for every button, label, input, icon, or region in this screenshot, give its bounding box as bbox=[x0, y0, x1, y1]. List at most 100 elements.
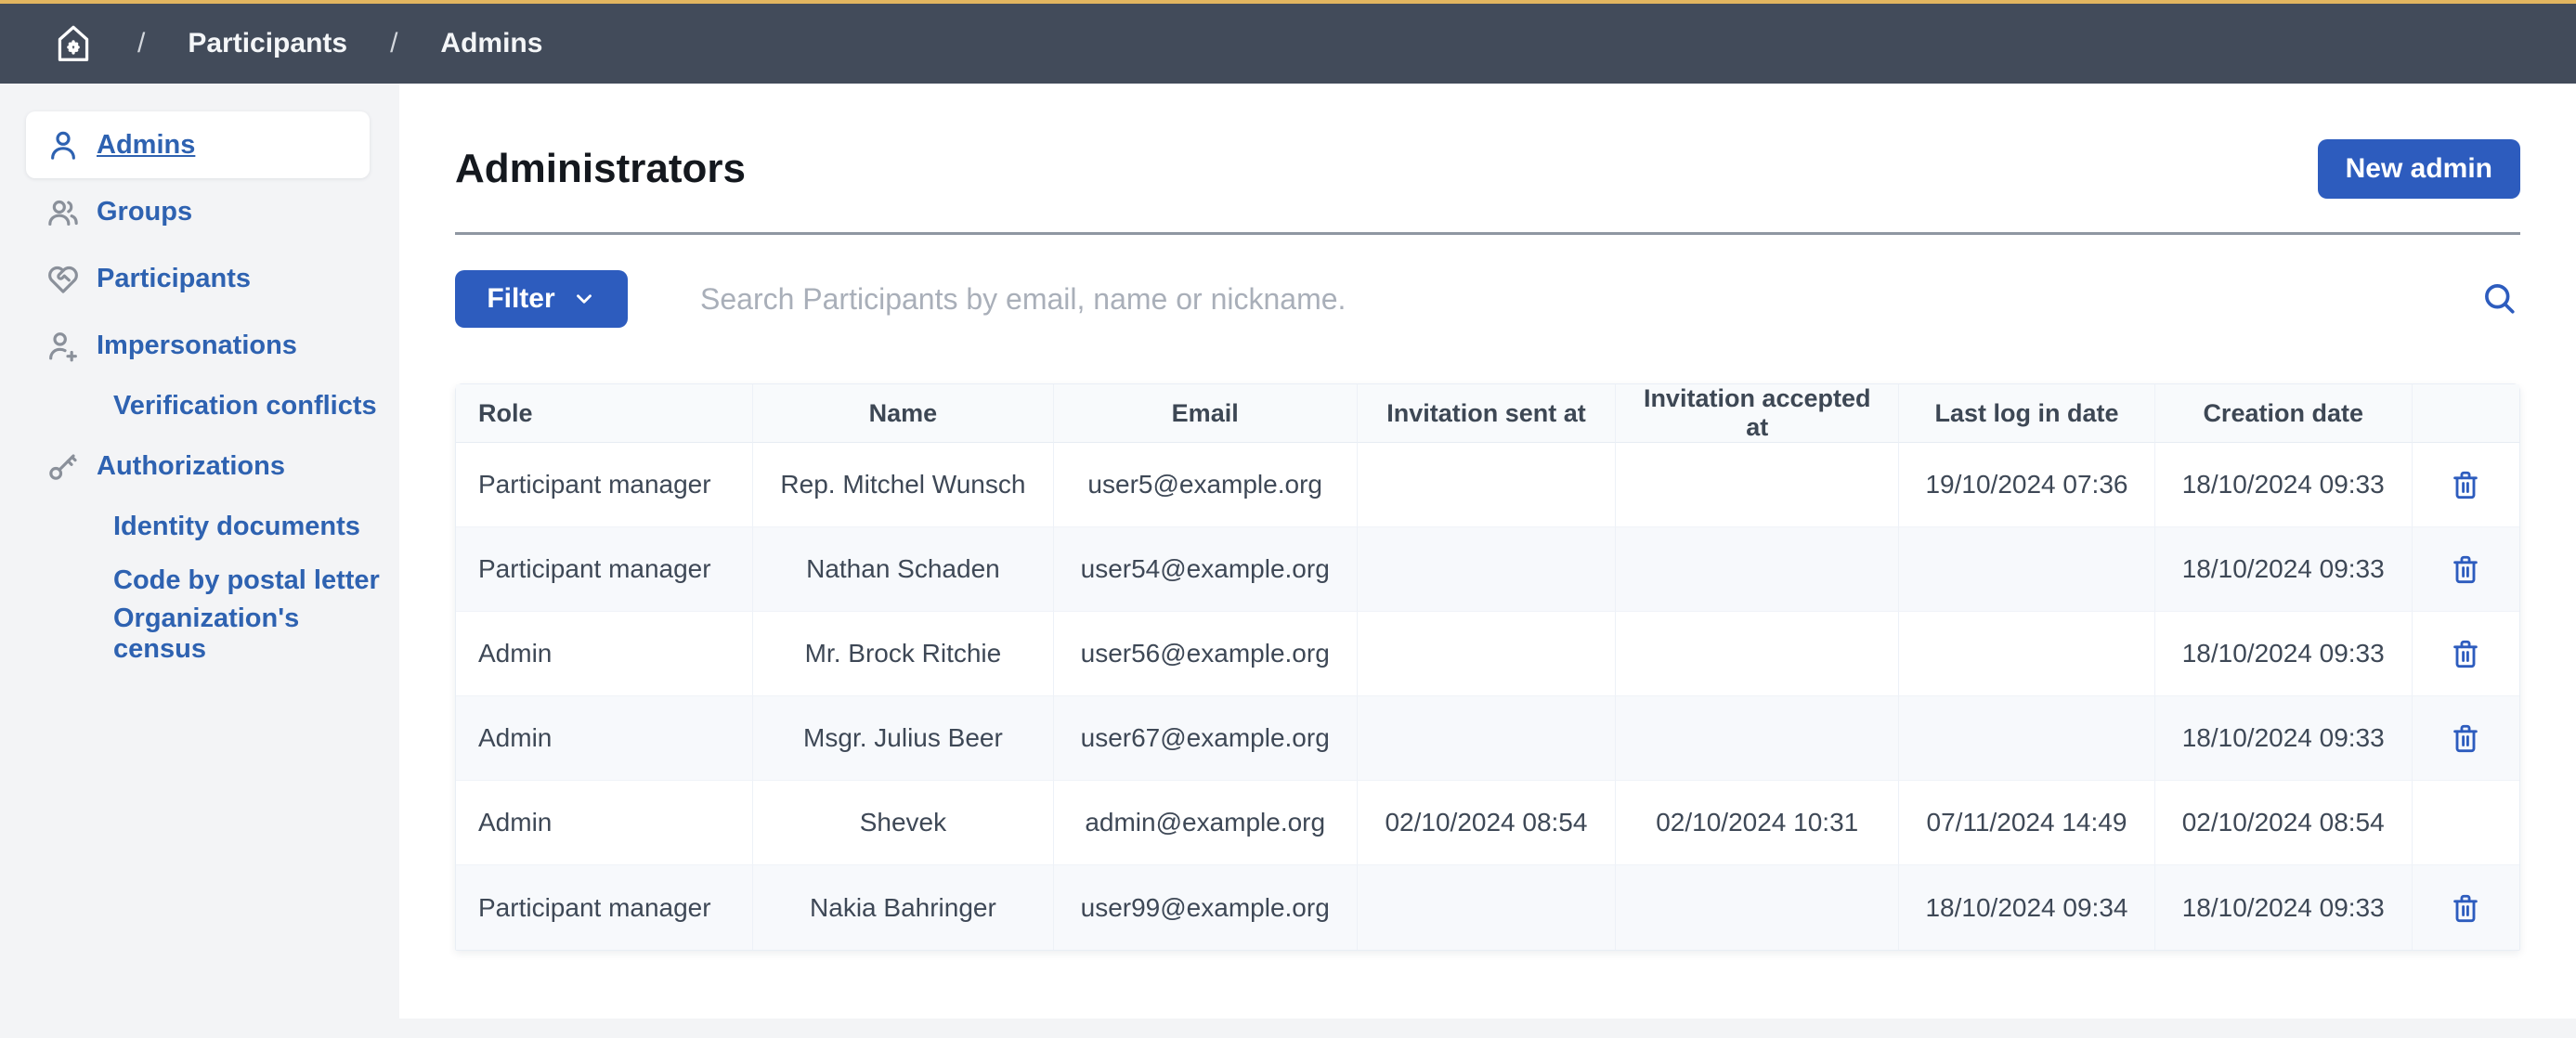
sidebar-item-label: Verification conflicts bbox=[113, 391, 377, 422]
sidebar-item-label: Impersonations bbox=[97, 331, 297, 361]
cell-last-log-in-date bbox=[1899, 527, 2154, 612]
cell-invitation-accepted-at bbox=[1616, 612, 1899, 696]
search-button[interactable] bbox=[2479, 279, 2520, 319]
page-body: Admins Groups Participants Impersonations Ve… bbox=[0, 84, 2576, 1038]
delete-admin-button[interactable] bbox=[2449, 551, 2482, 588]
sidebar-item-label: Code by postal letter bbox=[113, 565, 380, 596]
filter-button[interactable]: Filter bbox=[455, 270, 628, 328]
cell-creation-date: 02/10/2024 08:54 bbox=[2155, 781, 2413, 865]
trash-icon bbox=[2449, 635, 2482, 672]
new-admin-button[interactable]: New admin bbox=[2318, 139, 2520, 199]
table-row: Participant managerNathan Schadenuser54@… bbox=[456, 527, 2519, 612]
breadcrumb-separator: / bbox=[137, 28, 145, 59]
users-icon bbox=[45, 193, 82, 230]
trash-icon bbox=[2449, 466, 2482, 503]
column-header-last-log-in-date: Last log in date bbox=[1899, 384, 2154, 443]
breadcrumb-separator: / bbox=[390, 28, 397, 59]
cell-name: Rep. Mitchel Wunsch bbox=[753, 443, 1053, 527]
column-header-email: Email bbox=[1054, 384, 1358, 443]
sidebar-item-identity-documents[interactable]: Identity documents bbox=[0, 500, 399, 553]
table-header-row: RoleNameEmailInvitation sent atInvitatio… bbox=[456, 384, 2519, 443]
breadcrumb: / Participants / Admins bbox=[0, 0, 2576, 84]
cell-role: Admin bbox=[456, 612, 753, 696]
chevron-down-icon bbox=[572, 287, 596, 311]
sidebar-item-label: Authorizations bbox=[97, 451, 285, 482]
table-row: AdminShevekadmin@example.org02/10/2024 0… bbox=[456, 781, 2519, 865]
cell-last-log-in-date bbox=[1899, 696, 2154, 781]
sidebar: Admins Groups Participants Impersonations Ve… bbox=[0, 84, 399, 1038]
title-divider bbox=[455, 232, 2520, 235]
sidebar-item-label: Identity documents bbox=[113, 512, 360, 542]
table-row: Participant managerNakia Bahringeruser99… bbox=[456, 865, 2519, 950]
cell-role: Admin bbox=[456, 781, 753, 865]
cell-role: Participant manager bbox=[456, 443, 753, 527]
cell-email: user99@example.org bbox=[1054, 865, 1358, 950]
cell-invitation-accepted-at bbox=[1616, 443, 1899, 527]
cell-actions bbox=[2413, 781, 2519, 865]
delete-admin-button[interactable] bbox=[2449, 635, 2482, 672]
table-row: AdminMr. Brock Ritchieuser56@example.org… bbox=[456, 612, 2519, 696]
cell-role: Participant manager bbox=[456, 527, 753, 612]
cell-last-log-in-date: 18/10/2024 09:34 bbox=[1899, 865, 2154, 950]
cell-last-log-in-date bbox=[1899, 612, 2154, 696]
cell-invitation-accepted-at: 02/10/2024 10:31 bbox=[1616, 781, 1899, 865]
sidebar-item-impersonations[interactable]: Impersonations bbox=[0, 312, 399, 379]
cell-email: user56@example.org bbox=[1054, 612, 1358, 696]
breadcrumb-item-participants[interactable]: Participants bbox=[188, 28, 347, 59]
filter-button-label: Filter bbox=[487, 283, 554, 315]
trash-icon bbox=[2449, 720, 2482, 757]
cell-name: Nakia Bahringer bbox=[753, 865, 1053, 950]
sidebar-item-participants[interactable]: Participants bbox=[0, 245, 399, 312]
cell-invitation-sent-at bbox=[1358, 612, 1616, 696]
sidebar-item-authorizations[interactable]: Authorizations bbox=[0, 433, 399, 500]
table-row: Participant managerRep. Mitchel Wunschus… bbox=[456, 443, 2519, 527]
breadcrumb-item-admins[interactable]: Admins bbox=[440, 28, 542, 59]
cell-email: admin@example.org bbox=[1054, 781, 1358, 865]
cell-invitation-sent-at: 02/10/2024 08:54 bbox=[1358, 781, 1616, 865]
search-input[interactable] bbox=[700, 282, 2461, 317]
column-header-invitation-sent-at: Invitation sent at bbox=[1358, 384, 1616, 443]
cell-creation-date: 18/10/2024 09:33 bbox=[2155, 527, 2413, 612]
cell-invitation-sent-at bbox=[1358, 527, 1616, 612]
sidebar-item-organization-s-census[interactable]: Organization's census bbox=[0, 607, 399, 661]
cell-actions bbox=[2413, 612, 2519, 696]
user-icon bbox=[45, 126, 82, 163]
cell-email: user5@example.org bbox=[1054, 443, 1358, 527]
table-row: AdminMsgr. Julius Beeruser67@example.org… bbox=[456, 696, 2519, 781]
sidebar-item-label: Participants bbox=[97, 264, 251, 294]
cell-invitation-sent-at bbox=[1358, 443, 1616, 527]
cell-name: Shevek bbox=[753, 781, 1053, 865]
sidebar-item-label: Groups bbox=[97, 197, 192, 227]
key-icon bbox=[45, 448, 82, 485]
user-plus-icon bbox=[45, 327, 82, 364]
cell-creation-date: 18/10/2024 09:33 bbox=[2155, 612, 2413, 696]
admins-table: RoleNameEmailInvitation sent atInvitatio… bbox=[455, 383, 2520, 951]
cell-name: Mr. Brock Ritchie bbox=[753, 612, 1053, 696]
delete-admin-button[interactable] bbox=[2449, 720, 2482, 757]
heart-handshake-icon bbox=[45, 260, 82, 297]
trash-icon bbox=[2449, 889, 2482, 927]
cell-invitation-sent-at bbox=[1358, 696, 1616, 781]
column-header-name: Name bbox=[753, 384, 1053, 443]
delete-admin-button[interactable] bbox=[2449, 466, 2482, 503]
cell-role: Participant manager bbox=[456, 865, 753, 950]
home-icon[interactable] bbox=[52, 22, 95, 65]
main-content: Administrators New admin Filter RoleName… bbox=[399, 84, 2576, 1019]
cell-creation-date: 18/10/2024 09:33 bbox=[2155, 865, 2413, 950]
delete-admin-button[interactable] bbox=[2449, 889, 2482, 927]
cell-actions bbox=[2413, 527, 2519, 612]
sidebar-item-code-by-postal-letter[interactable]: Code by postal letter bbox=[0, 553, 399, 607]
sidebar-item-groups[interactable]: Groups bbox=[0, 178, 399, 245]
cell-invitation-sent-at bbox=[1358, 865, 1616, 950]
cell-creation-date: 18/10/2024 09:33 bbox=[2155, 443, 2413, 527]
sidebar-item-label: Organization's census bbox=[113, 603, 399, 665]
cell-actions bbox=[2413, 443, 2519, 527]
cell-role: Admin bbox=[456, 696, 753, 781]
cell-name: Msgr. Julius Beer bbox=[753, 696, 1053, 781]
search-icon bbox=[2479, 279, 2520, 319]
sidebar-item-admins[interactable]: Admins bbox=[26, 111, 370, 178]
column-header-actions bbox=[2413, 384, 2519, 443]
sidebar-item-verification-conflicts[interactable]: Verification conflicts bbox=[0, 379, 399, 433]
page-title: Administrators bbox=[455, 139, 746, 199]
cell-last-log-in-date: 19/10/2024 07:36 bbox=[1899, 443, 2154, 527]
